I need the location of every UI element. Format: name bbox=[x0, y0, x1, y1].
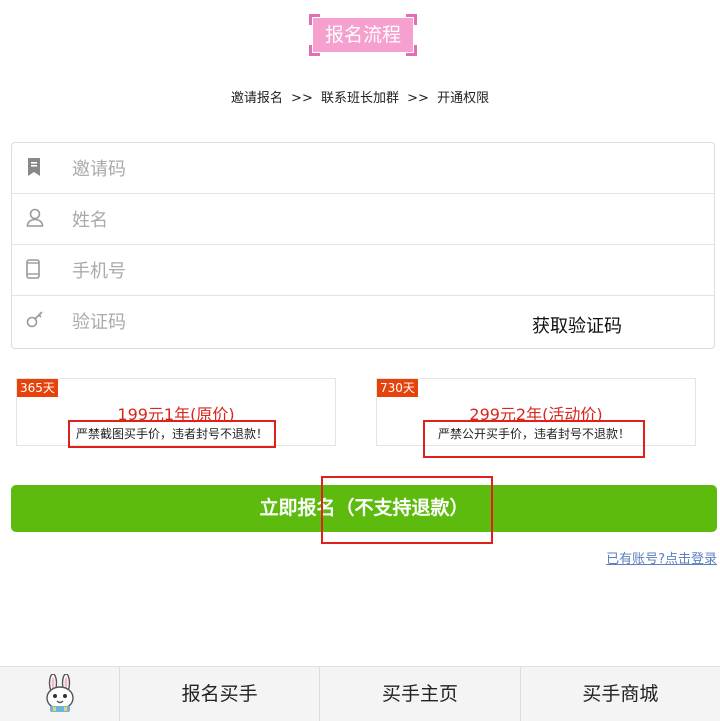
title-badge-wrap: 报名流程 bbox=[309, 14, 417, 56]
plan-warning: 严禁截图买手价，违者封号不退款！ bbox=[68, 420, 276, 448]
get-code-button[interactable]: 获取验证码 bbox=[532, 312, 622, 338]
plan-duration-tag: 730天 bbox=[377, 379, 418, 397]
invite-code-input[interactable] bbox=[70, 151, 514, 187]
login-link[interactable]: 已有账号?点击登录 bbox=[606, 548, 717, 567]
plan-option[interactable]: 730天 299元2年(活动价) 严禁公开买手价，违者封号不退款！ bbox=[376, 378, 696, 458]
flow-step: 联系班长加群 bbox=[320, 91, 399, 106]
key-icon bbox=[26, 310, 46, 332]
nav-buyer-home[interactable]: 买手主页 bbox=[320, 667, 521, 721]
submit-button[interactable]: 立即报名（不支持退款） bbox=[11, 485, 717, 532]
page-title: 报名流程 bbox=[313, 18, 413, 52]
flow-separator: >> bbox=[291, 91, 313, 106]
bunny-mascot-icon[interactable] bbox=[0, 667, 120, 721]
name-input[interactable] bbox=[70, 202, 514, 238]
phone-icon bbox=[26, 259, 46, 281]
plan-warning: 严禁公开买手价，违者封号不退款！ bbox=[423, 420, 645, 458]
signup-form: 获取验证码 bbox=[11, 142, 715, 349]
bottom-nav: 报名买手 买手主页 买手商城 bbox=[0, 666, 720, 721]
plan-option[interactable]: 365天 199元1年(原价) 严禁截图买手价，违者封号不退款！ bbox=[16, 378, 336, 448]
user-icon bbox=[26, 208, 46, 230]
flow-step: 邀请报名 bbox=[230, 91, 283, 106]
flow-step: 开通权限 bbox=[437, 91, 490, 106]
invite-code-row bbox=[12, 143, 714, 194]
verify-code-input[interactable] bbox=[70, 304, 514, 340]
flow-separator: >> bbox=[407, 91, 429, 106]
nav-signup-buyer[interactable]: 报名买手 bbox=[120, 667, 321, 721]
flow-steps: 邀请报名 >> 联系班长加群 >> 开通权限 bbox=[0, 87, 720, 106]
bookmark-icon bbox=[26, 157, 46, 179]
plan-duration-tag: 365天 bbox=[17, 379, 58, 397]
phone-input[interactable] bbox=[70, 253, 514, 289]
name-row bbox=[12, 194, 714, 245]
phone-row bbox=[12, 245, 714, 296]
verify-code-row: 获取验证码 bbox=[12, 296, 714, 350]
nav-buyer-mall[interactable]: 买手商城 bbox=[521, 667, 720, 721]
